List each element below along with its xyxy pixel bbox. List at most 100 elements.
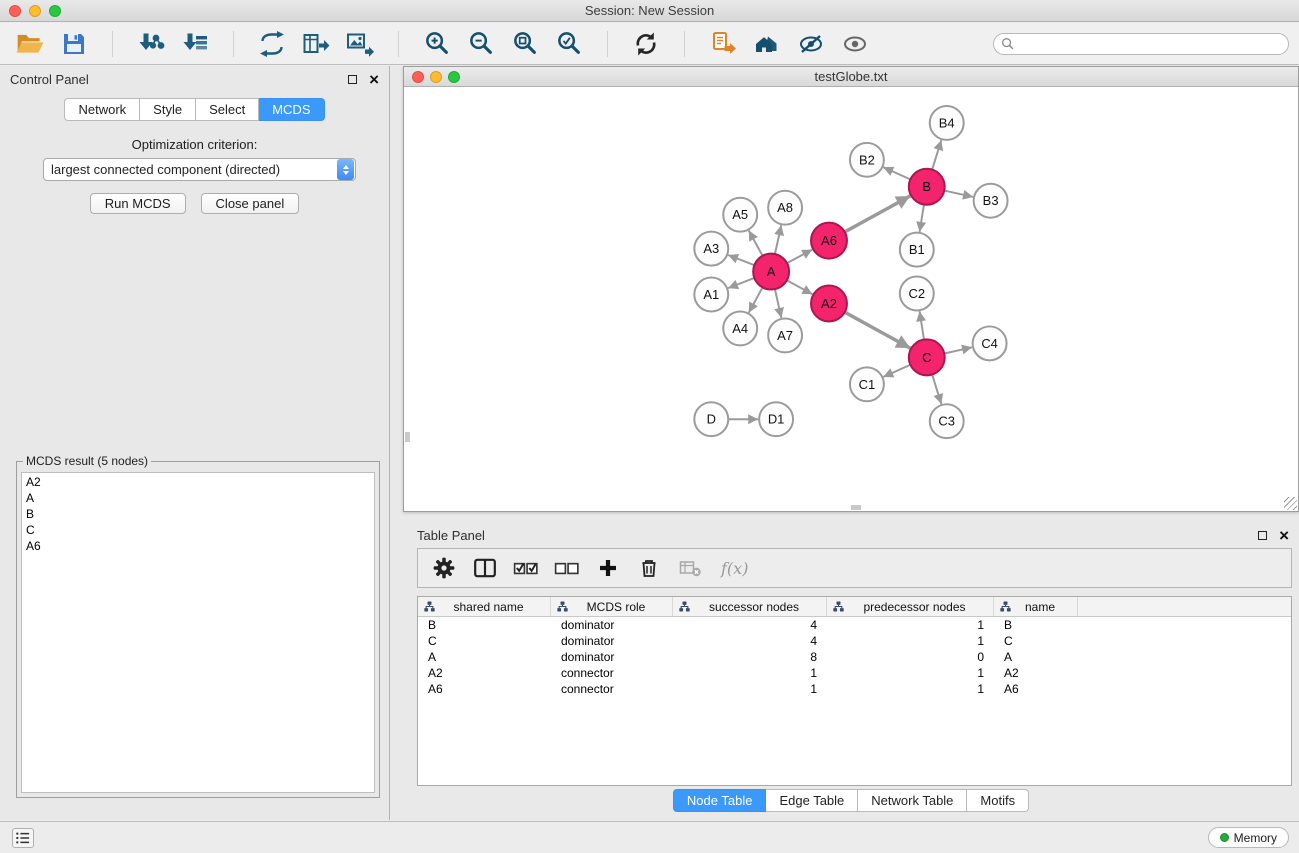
graph-edge[interactable] — [787, 280, 813, 294]
frame-grip[interactable] — [851, 505, 861, 510]
graph-node[interactable]: A5 — [723, 198, 757, 232]
network-canvas[interactable]: AA6A2BCA5A8A3A1A4A7B2B4B3B1C2C4C1C3DD1 — [404, 88, 1298, 511]
graph-edge[interactable] — [845, 312, 910, 348]
table-row[interactable]: Bdominator41B — [418, 617, 1291, 633]
graph-node[interactable]: D1 — [759, 402, 793, 436]
memory-button[interactable]: Memory — [1208, 827, 1289, 848]
delete-table-button[interactable] — [676, 554, 704, 582]
task-history-button[interactable] — [12, 828, 34, 848]
criterion-dropdown[interactable]: largest connected component (directed) — [43, 158, 356, 181]
graph-node[interactable]: A3 — [694, 232, 728, 266]
graph-edge[interactable] — [920, 205, 924, 232]
import-network-button[interactable] — [133, 26, 169, 62]
graph-node[interactable]: B — [909, 169, 945, 205]
graph-node[interactable]: A6 — [811, 223, 847, 259]
graph-node[interactable]: C3 — [930, 404, 964, 438]
tab-motifs[interactable]: Motifs — [967, 789, 1029, 812]
graph-edge[interactable] — [787, 250, 812, 263]
column-header[interactable]: MCDS role — [551, 597, 673, 616]
graph-node[interactable]: C — [909, 339, 945, 375]
graph-edge[interactable] — [775, 289, 781, 318]
graph-edge[interactable] — [920, 311, 924, 339]
table-row[interactable]: Adominator80A — [418, 649, 1291, 665]
network-window-titlebar[interactable]: testGlobe.txt — [404, 67, 1298, 87]
graph-node[interactable]: B1 — [900, 233, 934, 267]
graph-edge[interactable] — [749, 287, 763, 312]
home-button[interactable] — [749, 26, 785, 62]
table-row[interactable]: A2connector11A2 — [418, 665, 1291, 681]
graph-node[interactable]: A8 — [768, 191, 802, 225]
table-row[interactable]: Cdominator41C — [418, 633, 1291, 649]
graph-edge[interactable] — [728, 278, 754, 288]
tab-network[interactable]: Network — [64, 98, 140, 121]
graph-edge[interactable] — [932, 140, 941, 170]
add-column-button[interactable] — [594, 554, 622, 582]
recent-document-button[interactable] — [705, 26, 741, 62]
zoom-selected-button[interactable] — [551, 26, 587, 62]
column-header[interactable]: successor nodes — [673, 597, 827, 616]
table-settings-button[interactable] — [430, 554, 458, 582]
graph-node[interactable]: C4 — [973, 326, 1007, 360]
result-item[interactable]: B — [26, 506, 370, 522]
graph-node[interactable]: B3 — [974, 184, 1008, 218]
result-item[interactable]: A — [26, 490, 370, 506]
zoom-in-button[interactable] — [419, 26, 455, 62]
column-header[interactable]: predecessor nodes — [827, 597, 994, 616]
export-image-button[interactable] — [342, 26, 378, 62]
tab-edge-table[interactable]: Edge Table — [766, 789, 858, 812]
graph-node[interactable]: A7 — [768, 318, 802, 352]
column-header[interactable]: shared name — [418, 597, 551, 616]
zoom-window-button[interactable] — [49, 5, 61, 17]
column-header[interactable]: name — [994, 597, 1078, 616]
mcds-result-list[interactable]: A2ABCA6 — [21, 472, 375, 793]
function-builder-icon[interactable]: f(x) — [721, 559, 748, 578]
resize-handle-icon[interactable] — [1284, 497, 1297, 510]
graph-node[interactable]: C1 — [850, 367, 884, 401]
hide-view-button[interactable] — [793, 26, 829, 62]
float-table-panel-icon[interactable] — [1258, 531, 1267, 540]
close-panel-icon[interactable] — [369, 75, 379, 85]
tab-network-table[interactable]: Network Table — [858, 789, 967, 812]
search-box[interactable] — [993, 33, 1289, 55]
graph-node[interactable]: A — [753, 254, 789, 290]
zoom-fit-button[interactable] — [507, 26, 543, 62]
select-all-button[interactable] — [512, 554, 540, 582]
export-table-button[interactable] — [298, 26, 334, 62]
close-table-panel-icon[interactable] — [1279, 531, 1289, 541]
network-zoom-button[interactable] — [448, 71, 460, 83]
zoom-out-button[interactable] — [463, 26, 499, 62]
tab-node-table[interactable]: Node Table — [673, 789, 767, 812]
network-close-button[interactable] — [412, 71, 424, 83]
delete-column-button[interactable] — [635, 554, 663, 582]
tab-mcds[interactable]: MCDS — [259, 98, 324, 121]
close-window-button[interactable] — [9, 5, 21, 17]
frame-grip[interactable] — [405, 432, 410, 442]
graph-node[interactable]: D — [694, 402, 728, 436]
float-panel-icon[interactable] — [348, 75, 357, 84]
run-mcds-button[interactable]: Run MCDS — [90, 193, 186, 214]
graph-edge[interactable] — [883, 167, 910, 179]
graph-edge[interactable] — [944, 191, 973, 197]
graph-node[interactable]: A2 — [811, 286, 847, 322]
graph-edge[interactable] — [932, 375, 941, 405]
tab-style[interactable]: Style — [140, 98, 196, 121]
graph-edge[interactable] — [944, 347, 972, 353]
close-panel-button[interactable]: Close panel — [201, 193, 300, 214]
graph-node[interactable]: C2 — [900, 277, 934, 311]
refresh-view-button[interactable] — [628, 26, 664, 62]
save-session-button[interactable] — [56, 26, 92, 62]
graph-node[interactable]: B4 — [930, 106, 964, 140]
tab-select[interactable]: Select — [196, 98, 259, 121]
deselect-all-button[interactable] — [553, 554, 581, 582]
graph-edge[interactable] — [728, 255, 754, 265]
result-item[interactable]: A6 — [26, 538, 370, 554]
graph-edge[interactable] — [883, 365, 910, 377]
result-item[interactable]: A2 — [26, 474, 370, 490]
show-columns-button[interactable] — [471, 554, 499, 582]
result-item[interactable]: C — [26, 522, 370, 538]
graph-node[interactable]: A1 — [694, 278, 728, 312]
graph-edge[interactable] — [775, 225, 781, 254]
graph-node[interactable]: A4 — [723, 311, 757, 345]
open-session-button[interactable] — [12, 26, 48, 62]
network-minimize-button[interactable] — [430, 71, 442, 83]
